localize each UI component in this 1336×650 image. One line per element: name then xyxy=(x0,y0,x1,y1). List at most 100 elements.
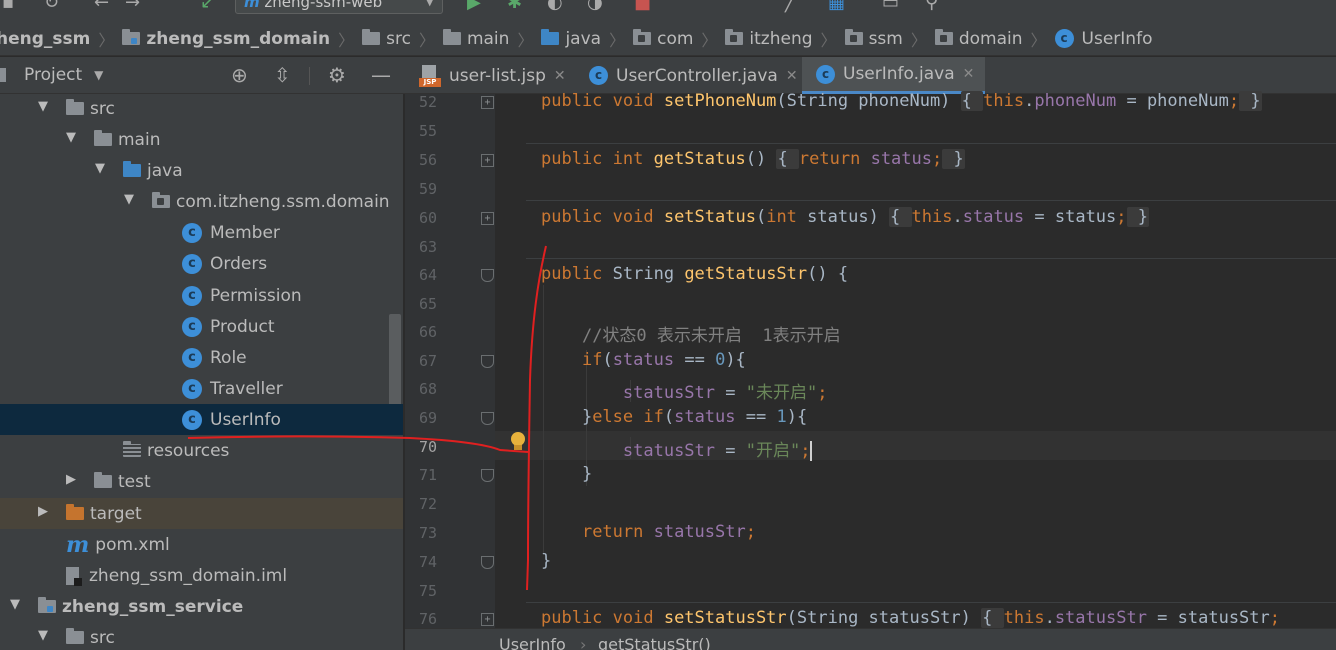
breadcrumb-item[interactable]: domain xyxy=(934,29,1025,49)
locate-icon[interactable]: ⊕ xyxy=(231,63,248,87)
breadcrumb-item[interactable]: itzheng xyxy=(725,29,814,49)
breadcrumb-item[interactable]: main xyxy=(442,28,511,49)
code-line[interactable]: return statusStr; xyxy=(541,522,756,542)
chevron-down-icon[interactable]: ▼ xyxy=(66,130,76,145)
tree-item[interactable]: m pom.xml xyxy=(0,529,403,560)
fold-expand-icon[interactable]: + xyxy=(481,613,494,626)
fold-collapse-icon[interactable] xyxy=(481,412,494,425)
breadcrumb-item[interactable]: zheng_ssm_domain xyxy=(122,29,332,49)
class-icon: c xyxy=(182,378,202,399)
code-line[interactable]: public String getStatusStr() { xyxy=(541,264,848,284)
chevron-down-icon[interactable]: ▼ xyxy=(95,161,105,176)
code-token: () xyxy=(745,149,777,169)
search-icon[interactable]: ⚲ xyxy=(925,0,938,13)
tree-item[interactable]: ▼ main xyxy=(0,124,403,155)
tree-item[interactable]: c Orders xyxy=(0,248,403,279)
back-icon[interactable]: ← xyxy=(94,0,109,13)
tree-item[interactable]: c Member xyxy=(0,217,403,248)
chevron-right-icon[interactable]: ▶ xyxy=(38,504,48,519)
tree-item[interactable]: ▼ src xyxy=(0,94,403,124)
breadcrumb-item[interactable]: heng_ssm xyxy=(0,29,92,49)
tree-item[interactable]: c Product xyxy=(0,311,403,342)
code-token: String xyxy=(612,264,685,284)
crumb-method[interactable]: getStatusStr() xyxy=(598,635,711,650)
close-icon[interactable]: ✕ xyxy=(963,66,975,82)
coverage-icon[interactable]: ◐ xyxy=(547,0,563,13)
fold-expand-icon[interactable]: + xyxy=(481,96,494,109)
gear-icon[interactable]: ⚙ xyxy=(328,63,346,87)
tree-item[interactable]: c Traveller xyxy=(0,373,403,404)
tree-item[interactable]: ▼ src xyxy=(0,622,403,650)
fold-collapse-icon[interactable] xyxy=(481,556,494,569)
fold-expand-icon[interactable]: + xyxy=(481,212,494,225)
code-line[interactable]: statusStr = "开启"; xyxy=(541,436,813,461)
code-token: ( xyxy=(663,407,675,427)
lightbulb-icon[interactable] xyxy=(509,432,527,454)
fold-expand-icon[interactable]: + xyxy=(481,154,494,167)
code-line[interactable]: statusStr = "未开启"; xyxy=(541,378,828,403)
tree-item[interactable]: ▼ java xyxy=(0,155,403,186)
code-token: public int xyxy=(541,149,654,169)
fold-collapse-icon[interactable] xyxy=(481,469,494,482)
profile-icon[interactable]: ◑ xyxy=(587,0,603,13)
breadcrumb-item[interactable]: ssm xyxy=(844,29,905,49)
run-config-dropdown[interactable]: m zheng-ssm-web ▼ xyxy=(235,0,443,14)
tree-item[interactable]: resources xyxy=(0,435,403,466)
chevron-down-icon[interactable]: ▼ xyxy=(94,68,103,82)
class-icon: c xyxy=(182,222,202,243)
crumb-class[interactable]: UserInfo xyxy=(499,635,566,650)
tree-item[interactable]: ▼ com.itzheng.ssm.domain xyxy=(0,186,403,217)
breadcrumb-item[interactable]: c UserInfo xyxy=(1054,29,1155,49)
chevron-right-icon[interactable]: ▶ xyxy=(66,472,76,487)
code-token: = xyxy=(715,383,746,403)
tab-user-list-jsp[interactable]: JSP user-list.jsp ✕ xyxy=(405,57,570,94)
minimize-icon[interactable]: — xyxy=(371,63,391,87)
project-panel-title[interactable]: Project xyxy=(24,65,82,85)
code-line[interactable]: public void setStatusStr(String statusSt… xyxy=(541,608,1280,628)
close-icon[interactable]: ✕ xyxy=(786,68,798,84)
collapse-all-icon[interactable]: ⇳ xyxy=(274,63,291,87)
code-token: public xyxy=(541,264,613,284)
close-icon[interactable]: ✕ xyxy=(554,68,566,84)
chevron-down-icon[interactable]: ▼ xyxy=(38,628,48,643)
tree-item[interactable]: c UserInfo xyxy=(0,404,403,435)
breadcrumb-label: main xyxy=(466,28,510,49)
code-line[interactable]: } xyxy=(541,551,551,571)
chevron-down-icon[interactable]: ▼ xyxy=(124,192,134,207)
chevron-down-icon[interactable]: ▼ xyxy=(10,597,20,612)
stop-icon[interactable]: ■ xyxy=(634,0,651,13)
code-line[interactable]: public void setStatus(int status) { this… xyxy=(541,207,1150,227)
code-token: ; xyxy=(745,522,756,542)
debug-icon[interactable]: ✱ xyxy=(507,0,522,13)
forward-icon[interactable]: → xyxy=(125,0,140,13)
code-line[interactable]: public int getStatus() { return status; … xyxy=(541,149,965,169)
hammer-icon[interactable]: ╱ xyxy=(785,0,796,13)
breadcrumb-separator-icon: 〉 xyxy=(701,30,718,50)
code-line[interactable]: //状态0 表示未开启 1表示开启 xyxy=(541,321,841,346)
build-icon[interactable]: ↙ xyxy=(200,0,215,13)
tree-item[interactable]: c Permission xyxy=(0,280,403,311)
structure-icon[interactable]: ▦ xyxy=(828,0,845,13)
breadcrumb-item[interactable]: java xyxy=(541,29,603,49)
tree-item[interactable]: ▶ target xyxy=(0,498,403,529)
tab-usercontroller-java[interactable]: c UserController.java ✕ xyxy=(575,57,798,94)
terminal-icon[interactable]: ▭ xyxy=(882,0,899,13)
chevron-down-icon[interactable]: ▼ xyxy=(38,99,48,114)
sync-icon[interactable]: ↻ xyxy=(44,0,59,13)
run-icon[interactable]: ▶ xyxy=(467,0,481,13)
fold-collapse-icon[interactable] xyxy=(481,269,494,282)
fold-collapse-icon[interactable] xyxy=(481,355,494,368)
code-line[interactable]: } xyxy=(541,464,592,484)
tree-item[interactable]: ▶ test xyxy=(0,466,403,497)
toolbar-icon[interactable]: ▪ xyxy=(2,0,14,13)
breadcrumb-item[interactable]: src xyxy=(362,29,413,49)
tree-item[interactable]: zheng_ssm_domain.iml xyxy=(0,560,403,591)
code-line[interactable]: if(status == 0){ xyxy=(541,350,746,370)
code-line[interactable]: }else if(status == 1){ xyxy=(541,407,807,427)
tree-item[interactable]: c Role xyxy=(0,342,403,373)
tree-item[interactable]: ▼ zheng_ssm_service xyxy=(0,591,403,622)
tab-userinfo-java[interactable]: c UserInfo.java ✕ xyxy=(802,57,985,94)
breadcrumb-item[interactable]: com xyxy=(633,29,695,49)
code-line[interactable]: public void setPhoneNum(String phoneNum)… xyxy=(541,91,1262,111)
